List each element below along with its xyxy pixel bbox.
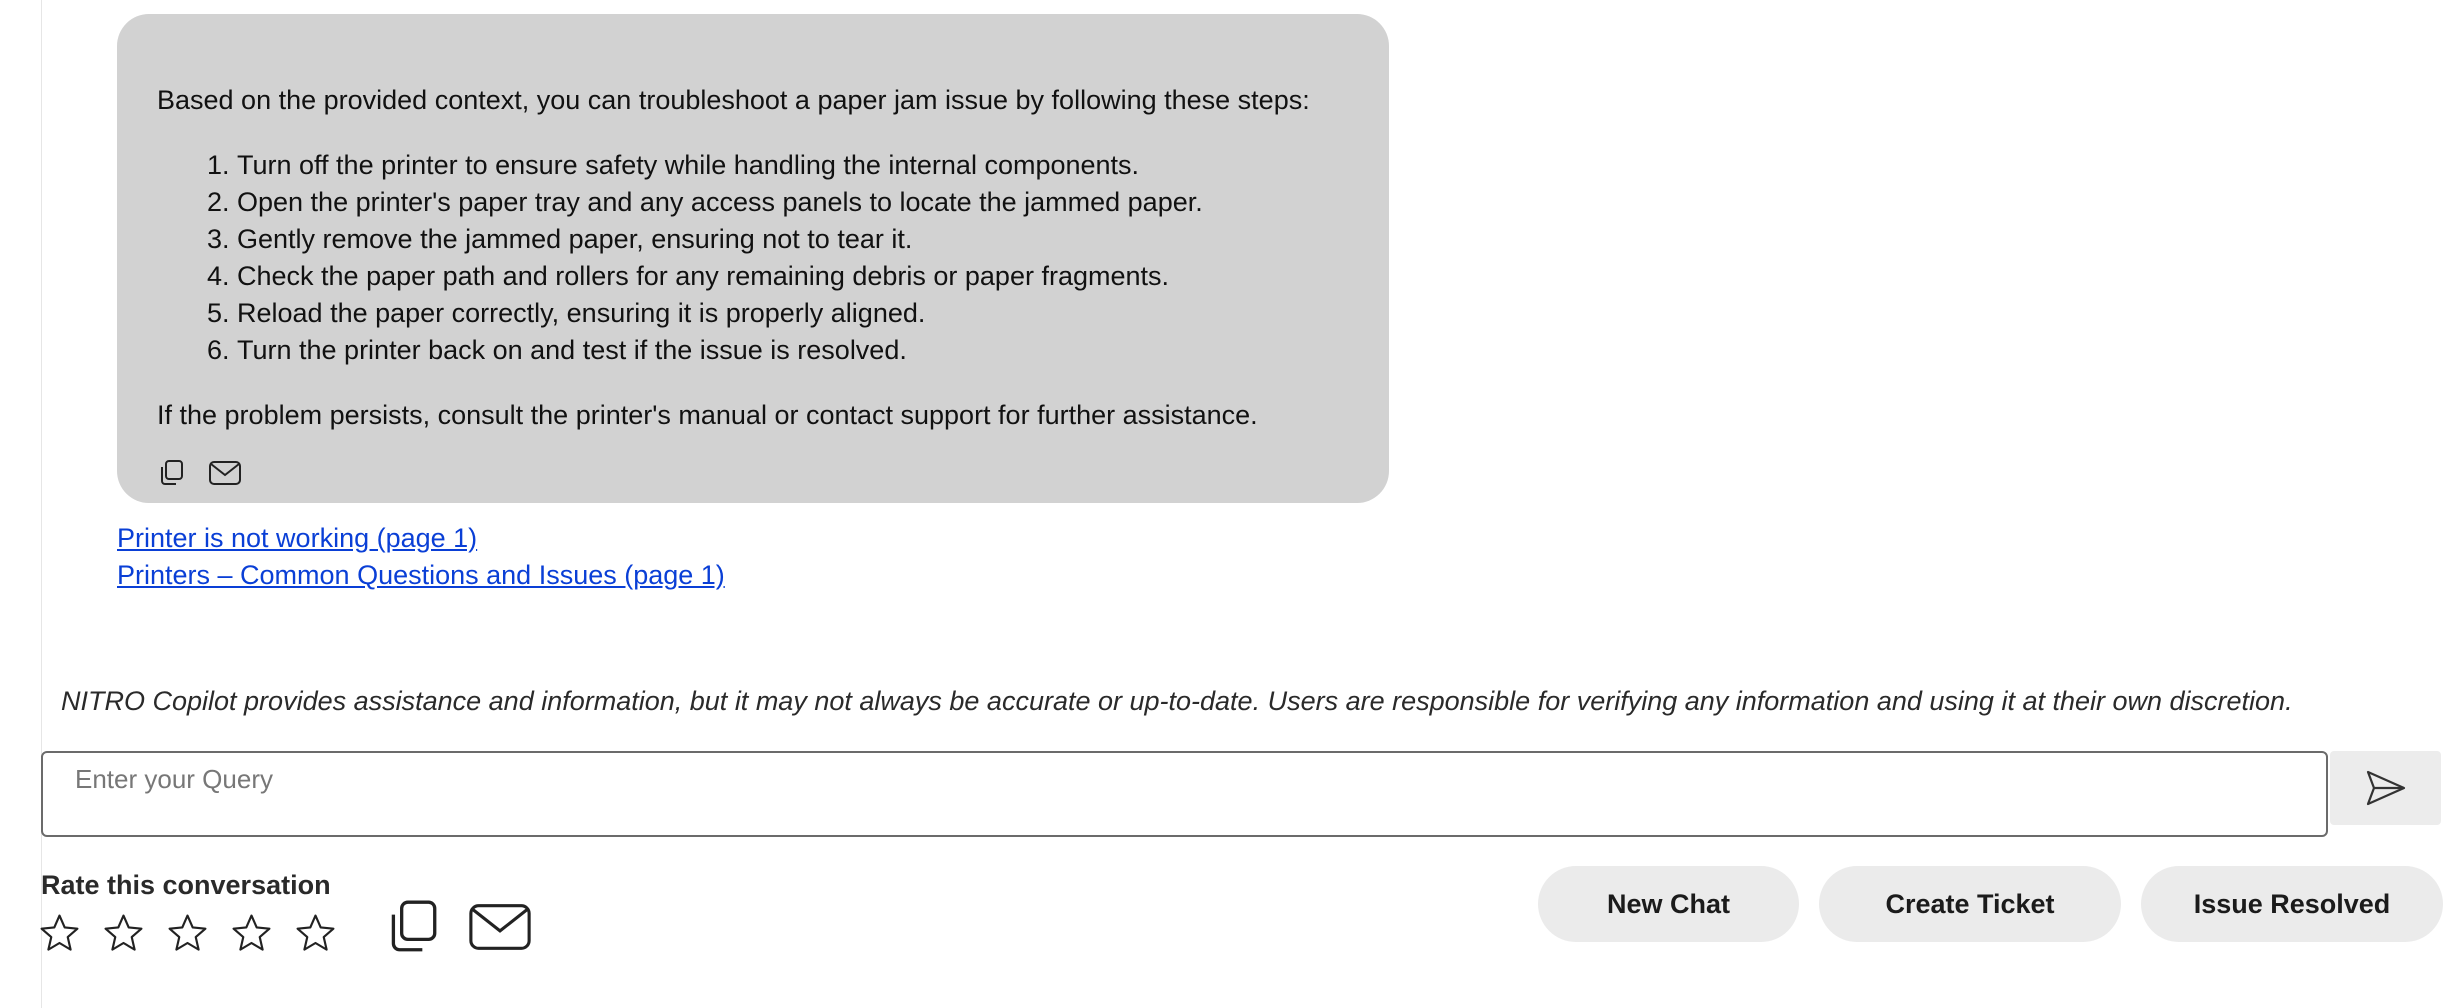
create-ticket-button[interactable]: Create Ticket (1819, 866, 2121, 942)
copy-icon[interactable] (153, 456, 189, 490)
step-item: Gently remove the jammed paper, ensuring… (237, 221, 1349, 258)
send-button[interactable] (2330, 751, 2441, 825)
issue-resolved-button[interactable]: Issue Resolved (2141, 866, 2443, 942)
star-icon[interactable] (230, 912, 273, 955)
conversation-actions (381, 896, 533, 958)
step-item: Turn the printer back on and test if the… (237, 332, 1349, 369)
message-intro: Based on the provided context, you can t… (157, 85, 1310, 115)
assistant-message-bubble: Based on the provided context, you can t… (117, 14, 1389, 503)
query-input-container (41, 751, 2328, 837)
panel-divider (41, 0, 42, 1008)
rating-label: Rate this conversation (41, 870, 331, 900)
source-link[interactable]: Printers – Common Questions and Issues (… (117, 557, 725, 594)
star-icon[interactable] (38, 912, 81, 955)
copy-icon[interactable] (381, 896, 443, 958)
new-chat-button[interactable]: New Chat (1538, 866, 1799, 942)
message-actions (153, 456, 243, 490)
star-icon[interactable] (294, 912, 337, 955)
query-input[interactable] (73, 763, 2277, 796)
mail-icon[interactable] (467, 899, 533, 955)
star-rating (38, 912, 337, 955)
disclaimer-text: NITRO Copilot provides assistance and in… (61, 686, 2293, 716)
step-item: Open the printer's paper tray and any ac… (237, 184, 1349, 221)
step-item: Turn off the printer to ensure safety wh… (237, 147, 1349, 184)
chat-page: Based on the provided context, you can t… (0, 0, 2461, 1008)
steps-list: Turn off the printer to ensure safety wh… (157, 147, 1349, 369)
conversation-buttons: New Chat Create Ticket Issue Resolved (1538, 866, 2443, 942)
star-icon[interactable] (166, 912, 209, 955)
message-outro: If the problem persists, consult the pri… (157, 400, 1258, 430)
source-link[interactable]: Printer is not working (page 1) (117, 520, 725, 557)
mail-icon[interactable] (207, 456, 243, 490)
send-icon (2365, 769, 2407, 807)
source-links: Printer is not working (page 1) Printers… (117, 520, 725, 594)
step-item: Check the paper path and rollers for any… (237, 258, 1349, 295)
step-item: Reload the paper correctly, ensuring it … (237, 295, 1349, 332)
star-icon[interactable] (102, 912, 145, 955)
